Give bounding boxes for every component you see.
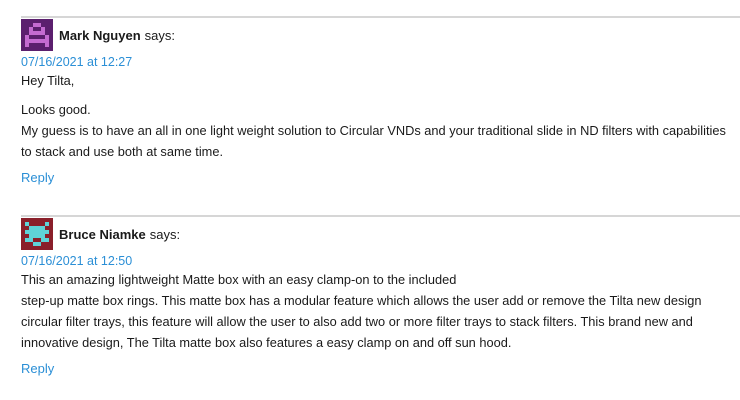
comment-author-name: Mark Nguyen [59,27,141,43]
comment-says-label: says: [149,226,181,242]
comment: Mark Nguyen says: 07/16/2021 at 12:27 He… [21,16,740,185]
reply-link[interactable]: Reply [21,170,54,185]
comment-says-label: says: [144,27,175,43]
comment: Bruce Niamke says: 07/16/2021 at 12:50 T… [21,215,740,376]
comment-author-row: Mark Nguyen says: [21,18,740,52]
comment-paragraph: step-up matte box rings. This matte box … [21,293,702,350]
reply-link[interactable]: Reply [21,361,54,376]
comment-body: This an amazing lightweight Matte box wi… [21,269,740,353]
comment-author-row: Bruce Niamke says: [21,217,740,251]
comment-body: Hey Tilta, Looks good. My guess is to ha… [21,70,740,162]
comment-date-link[interactable]: 07/16/2021 at 12:50 [21,253,740,269]
avatar-identicon-icon [21,19,53,51]
comment-author-name: Bruce Niamke [59,226,146,242]
comment-paragraph: Hey Tilta, [21,73,75,88]
comment-paragraph: This an amazing lightweight Matte box wi… [21,272,457,287]
comment-paragraph: My guess is to have an all in one light … [21,123,726,159]
avatar-identicon-icon [21,218,53,250]
comment-paragraph: Looks good. [21,102,91,117]
comment-date-link[interactable]: 07/16/2021 at 12:27 [21,54,740,70]
